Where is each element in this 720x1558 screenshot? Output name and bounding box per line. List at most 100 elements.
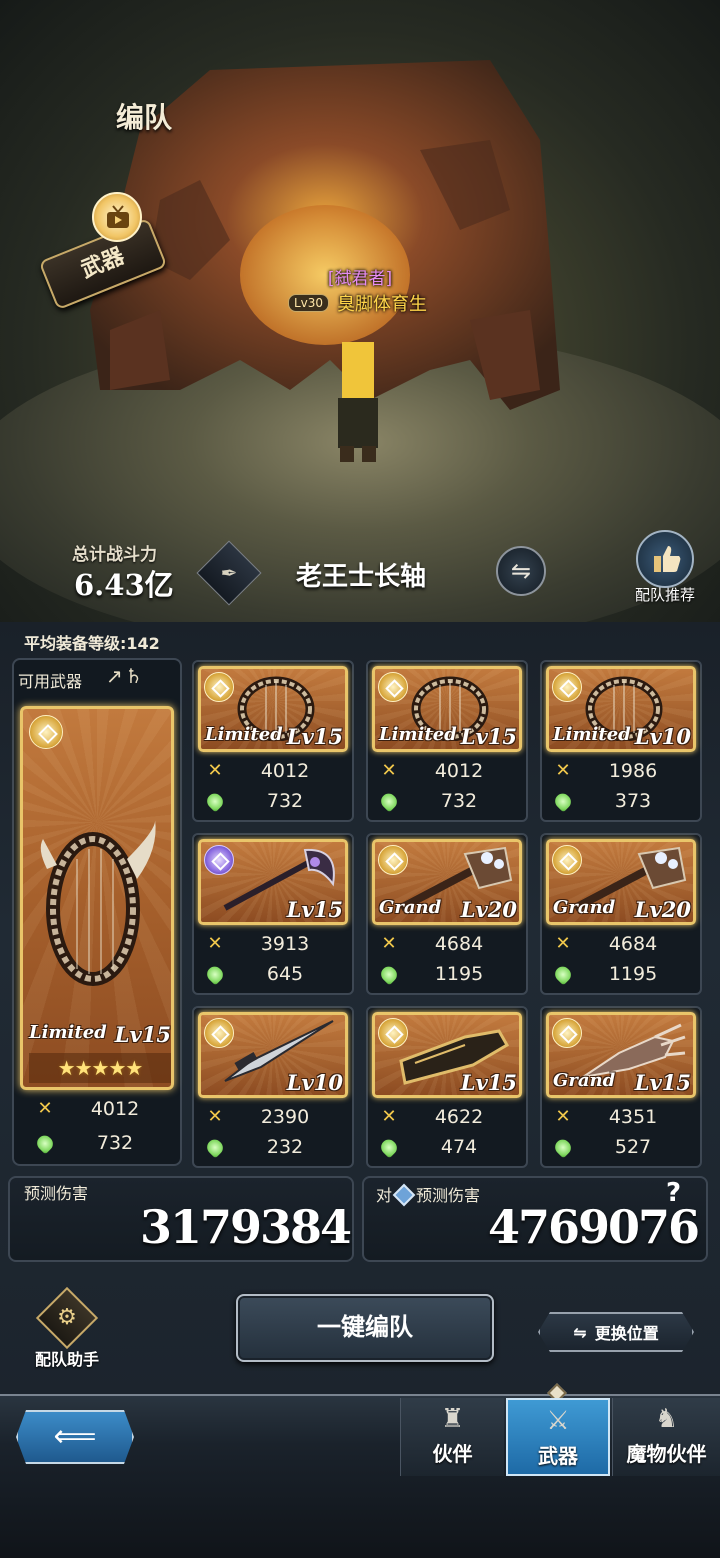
video-icon xyxy=(92,192,142,242)
weapon-hp-value: 732 xyxy=(440,790,478,812)
heart-icon xyxy=(552,790,574,812)
element-orb-icon xyxy=(204,672,234,702)
weapon-card[interactable]: Grand Lv20 ✕ 4684 1195 xyxy=(540,833,702,995)
team-helper-button[interactable]: ⚙ 配队助手 xyxy=(22,1286,112,1372)
switch-team-button[interactable]: ⇋ xyxy=(496,546,546,596)
gear-icon: ⚙ xyxy=(35,1286,99,1350)
available-weapon-icons: ↗♄ xyxy=(106,664,145,688)
back-arrow-icon: ⟸ xyxy=(53,1419,97,1454)
weapon-type: Grand xyxy=(379,897,442,918)
weapon-level: Lv15 xyxy=(114,1022,171,1047)
crossed-swords-icon: ✕ xyxy=(381,760,397,781)
weapon-thumbnail: Lv15 xyxy=(372,1012,522,1098)
back-button[interactable]: ⟸ xyxy=(16,1410,134,1464)
weapon-atk-row: ✕ 2390 xyxy=(204,1102,344,1132)
weapon-card[interactable]: Grand Lv15 ✕ 4351 527 xyxy=(540,1006,702,1168)
tab-weapons[interactable]: ⚔ 武器 xyxy=(506,1398,610,1476)
weapon-level: Lv20 xyxy=(634,897,691,922)
main-weapon-labels: Limited Lv15 xyxy=(29,1022,171,1047)
weapon-thumbnail: Limited Lv10 xyxy=(546,666,696,752)
element-orb-icon xyxy=(552,845,582,875)
team-name: 老王士长轴 xyxy=(296,562,427,592)
weapon-labels: Limited Lv10 xyxy=(553,724,691,749)
crossed-swords-icon: ⚔ xyxy=(546,1406,570,1436)
main-weapon-card[interactable]: Limited Lv15 ★★★★★ xyxy=(20,706,174,1090)
weapon-card[interactable]: Lv15 ✕ 3913 645 xyxy=(192,833,354,995)
swap-position-button[interactable]: ⇋ 更换位置 xyxy=(538,1312,694,1352)
weapon-hp-row: 645 xyxy=(204,959,344,989)
total-power-value: 6.43亿 xyxy=(74,568,174,602)
heart-icon xyxy=(204,790,226,812)
available-weapons-label: 可用武器 xyxy=(18,672,83,691)
element-orb-icon xyxy=(29,715,63,749)
main-atk-value: 4012 xyxy=(90,1098,140,1120)
swap-icon: ⇋ xyxy=(510,557,532,585)
weapon-level: Lv15 xyxy=(286,897,343,922)
predicted-damage-vs-label: 对 预测伤害 xyxy=(376,1182,481,1207)
element-orb-icon xyxy=(552,1018,582,1048)
weapon-card[interactable]: Limited Lv15 ✕ 4012 732 xyxy=(192,660,354,822)
weapon-atk-value: 4684 xyxy=(608,933,658,955)
weapon-thumbnail: Grand Lv20 xyxy=(372,839,522,925)
weapon-thumbnail: Lv15 xyxy=(198,839,348,925)
crossed-swords-icon: ✕ xyxy=(381,933,397,954)
element-orb-icon xyxy=(378,1018,408,1048)
weapon-atk-row: ✕ 4351 xyxy=(552,1102,692,1132)
weapon-card[interactable]: Lv10 ✕ 2390 232 xyxy=(192,1006,354,1168)
heart-icon xyxy=(552,1136,574,1158)
weapon-card[interactable]: Limited Lv10 ✕ 1986 373 xyxy=(540,660,702,822)
weapon-labels: Limited Lv15 xyxy=(379,724,517,749)
weapon-atk-value: 2390 xyxy=(260,1106,310,1128)
tab-label: 武器 xyxy=(538,1444,578,1468)
weapon-card[interactable]: Grand Lv20 ✕ 4684 1195 xyxy=(366,833,528,995)
weapon-atk-value: 4012 xyxy=(260,760,310,782)
crossed-swords-icon: ✕ xyxy=(555,933,571,954)
weapon-labels: Limited Lv15 xyxy=(205,724,343,749)
weapon-labels: Grand Lv15 xyxy=(553,1070,691,1095)
tab-monster-partners[interactable]: ♞ 魔物伙伴 xyxy=(612,1398,720,1476)
weapon-hp-value: 474 xyxy=(440,1136,478,1158)
element-orb-icon xyxy=(204,1018,234,1048)
crossed-swords-icon: ✕ xyxy=(555,1106,571,1127)
team-recommend-button[interactable]: 配队推荐 xyxy=(630,530,700,606)
average-equipment-level: 平均装备等级:142 xyxy=(24,634,160,653)
weapon-hp-row: 732 xyxy=(378,786,518,816)
weapon-atk-value: 4622 xyxy=(434,1106,484,1128)
weapon-hp-value: 373 xyxy=(614,790,652,812)
water-element-icon xyxy=(392,1183,416,1207)
weapon-hp-value: 732 xyxy=(266,790,304,812)
crossed-swords-icon: ✕ xyxy=(37,1098,53,1119)
star-rating: ★★★★★ xyxy=(29,1053,171,1083)
weapon-atk-value: 4012 xyxy=(434,760,484,782)
swap-position-label: 更换位置 xyxy=(594,1324,659,1343)
weapon-hp-value: 1195 xyxy=(434,963,484,985)
weapon-atk-row: ✕ 4622 xyxy=(378,1102,518,1132)
predicted-damage-label: 预测伤害 xyxy=(24,1184,89,1203)
predicted-damage-vs-value: 4769076 xyxy=(488,1200,700,1254)
weapon-card[interactable]: Lv15 ✕ 4622 474 xyxy=(366,1006,528,1168)
auto-formation-button[interactable]: 一键编队 xyxy=(236,1294,494,1362)
thumbs-up-icon xyxy=(636,530,694,588)
tab-label: 魔物伙伴 xyxy=(626,1442,707,1466)
page-title: 编队 xyxy=(116,101,173,134)
crossed-swords-icon: ✕ xyxy=(381,1106,397,1127)
harp-icon: ♄ xyxy=(124,664,145,688)
tab-partners[interactable]: ♜ 伙伴 xyxy=(400,1398,504,1476)
weapon-thumbnail: Grand Lv15 xyxy=(546,1012,696,1098)
heart-icon xyxy=(204,1136,226,1158)
weapon-card[interactable]: Limited Lv15 ✕ 4012 732 xyxy=(366,660,528,822)
weapon-atk-value: 4351 xyxy=(608,1106,658,1128)
weapon-thumbnail: Grand Lv20 xyxy=(546,839,696,925)
weapon-labels: Lv10 xyxy=(205,1070,343,1095)
weapon-atk-value: 4684 xyxy=(434,933,484,955)
tab-label: 伙伴 xyxy=(432,1442,473,1466)
heart-icon xyxy=(34,1132,56,1154)
spear-icon: ↗ xyxy=(106,664,125,688)
weapon-thumbnail: Limited Lv15 xyxy=(372,666,522,752)
weapon-level: Lv10 xyxy=(634,724,691,749)
weapon-hp-row: 373 xyxy=(552,786,692,816)
main-hp-row: 732 xyxy=(34,1128,174,1158)
weapon-hp-row: 1195 xyxy=(378,959,518,989)
vs-label-text: 预测伤害 xyxy=(416,1186,481,1205)
crossed-swords-icon: ✕ xyxy=(555,760,571,781)
